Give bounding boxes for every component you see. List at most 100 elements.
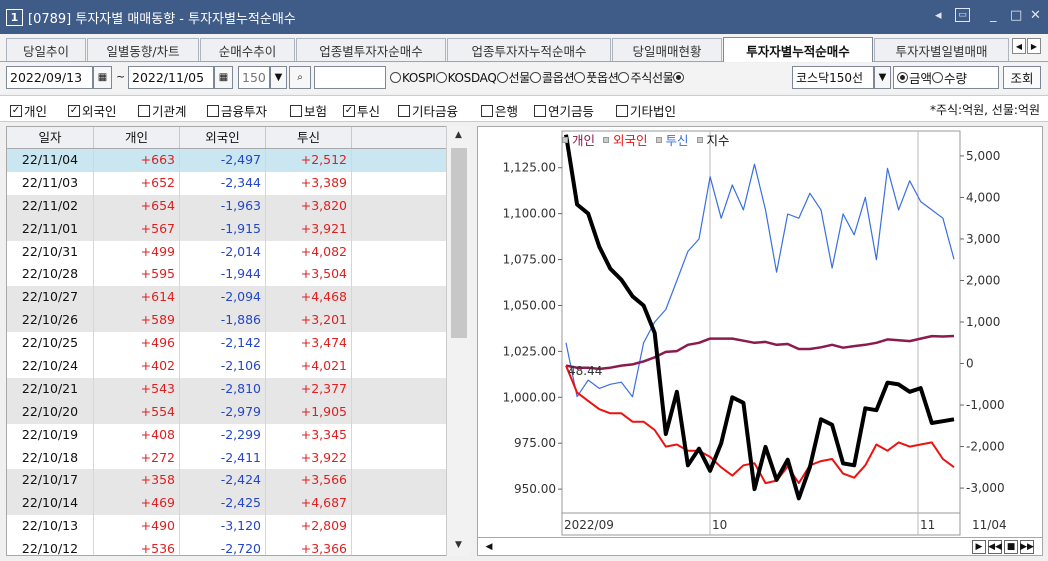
play-icon[interactable]: ▶ [972, 540, 986, 554]
table-row[interactable]: 22/10/13 +490 -3,120 +2,809 [7, 515, 469, 539]
rewind-icon[interactable]: ◀◀ [988, 540, 1002, 554]
restore-window-icon[interactable]: ▭ [955, 8, 970, 22]
check-other-financial[interactable]: 기타금융 [398, 101, 458, 120]
table-row[interactable]: 22/10/18 +272 -2,411 +3,922 [7, 446, 469, 470]
search-icon[interactable]: ⌕ [289, 66, 311, 89]
tab-investor-cumulative[interactable]: 투자자별누적순매수 [723, 37, 873, 62]
maximize-icon[interactable]: □ [1010, 8, 1022, 23]
chevron-down-icon[interactable]: ▼ [270, 66, 287, 89]
tab-next-icon[interactable]: ▶ [1027, 38, 1041, 54]
scroll-down-icon[interactable]: ▼ [455, 540, 462, 550]
cell-foreign: -1,886 [180, 309, 266, 333]
header-individual[interactable]: 개인 [94, 127, 180, 148]
type-radio-group: 금액 수량 [893, 66, 999, 89]
count-select[interactable]: 150 [238, 66, 270, 89]
table-row[interactable]: 22/10/14 +469 -2,425 +4,687 [7, 492, 469, 516]
table-scrollbar[interactable]: ▲ ▼ [446, 126, 470, 556]
cell-foreign: -2,720 [180, 538, 266, 555]
check-individual[interactable]: ✓ 개인 [10, 101, 47, 120]
table-row[interactable]: 22/11/04 +663 -2,497 +2,512 [7, 149, 469, 172]
table-row[interactable]: 22/10/24 +402 -2,106 +4,021 [7, 355, 469, 378]
tab-daily-trend[interactable]: 당일추이 [6, 38, 86, 61]
cell-foreign: -2,497 [180, 149, 266, 172]
right-tick-label: -2,000 [966, 440, 1005, 454]
right-tick-label: 3,000 [966, 232, 1000, 246]
fast-forward-icon[interactable]: ▶▶ [1020, 540, 1034, 554]
table-row[interactable]: 22/10/20 +554 -2,979 +1,905 [7, 400, 469, 424]
calendar-icon[interactable]: ▦ [93, 66, 112, 89]
table-row[interactable]: 22/10/17 +358 -2,424 +3,566 [7, 469, 469, 493]
cell-trust: +2,809 [266, 515, 352, 539]
radio-futures[interactable]: 선물 [496, 69, 530, 86]
window-number-badge: 1 [6, 8, 23, 26]
table-row[interactable]: 22/10/19 +408 -2,299 +3,345 [7, 423, 469, 447]
table-header: 일자 개인 외국인 투신 [7, 127, 469, 149]
left-tick-label: 1,000.00 [503, 390, 556, 404]
scroll-up-icon[interactable]: ▲ [455, 130, 462, 140]
chart-scrollbar[interactable]: ◀ ▶ ◀◀ ■ ▶▶ [477, 537, 1043, 556]
tab-prev-icon[interactable]: ◀ [1012, 38, 1026, 54]
cell-foreign: -2,810 [180, 377, 266, 401]
check-insurance[interactable]: 보험 [290, 101, 327, 120]
check-pension[interactable]: 연기금등 [534, 101, 594, 120]
tab-investor-daily[interactable]: 투자자별일별매매 [874, 38, 1009, 61]
calendar-icon[interactable]: ▦ [214, 66, 233, 89]
table-row[interactable]: 22/10/12 +536 -2,720 +3,366 [7, 538, 469, 555]
check-investment-trust[interactable]: ✓ 투신 [343, 101, 380, 120]
radio-amount[interactable]: 금액 [897, 68, 932, 87]
table-body: 22/11/04 +663 -2,497 +2,512 22/11/03 +652 -2,3… [7, 149, 469, 555]
legend-individual: 개인 [562, 130, 595, 149]
scroll-left-icon[interactable]: ◀ [482, 540, 496, 554]
radio-quantity[interactable]: 수량 [932, 68, 967, 87]
collapse-left-icon[interactable]: ◂ [935, 8, 942, 23]
header-foreign[interactable]: 외국인 [180, 127, 266, 148]
radio-kosdaq[interactable]: KOSDAQ [435, 71, 497, 85]
radio-stock-futures[interactable]: 주식선물 [618, 69, 674, 86]
chevron-down-icon[interactable]: ▼ [874, 66, 891, 89]
minimize-icon[interactable]: _ [990, 8, 997, 23]
table-row[interactable]: 22/11/03 +652 -2,344 +3,389 [7, 171, 469, 195]
check-financial-investment[interactable]: 금융투자 [207, 101, 267, 120]
table-row[interactable]: 22/10/31 +499 -2,014 +4,082 [7, 240, 469, 264]
check-bank[interactable]: 은행 [481, 101, 518, 120]
left-tick-label: 1,125.00 [503, 161, 556, 175]
check-institution[interactable]: 기관계 [138, 101, 187, 120]
table-row[interactable]: 22/10/21 +543 -2,810 +2,377 [7, 377, 469, 401]
tab-net-buy-trend[interactable]: 순매수추이 [200, 38, 295, 61]
scroll-thumb[interactable] [451, 148, 467, 338]
code-input[interactable] [314, 66, 386, 89]
query-button[interactable]: 조회 [1003, 66, 1041, 89]
market-select[interactable]: 코스닥150선 [792, 66, 874, 89]
radio-call-option[interactable]: 콜옵션 [530, 69, 575, 86]
header-date[interactable]: 일자 [7, 127, 94, 148]
table-row[interactable]: 22/10/25 +496 -2,142 +3,474 [7, 332, 469, 356]
left-tick-label: 1,050.00 [503, 298, 556, 312]
unit-note: *주식:억원, 선물:억원 [929, 103, 1040, 117]
table-row[interactable]: 22/10/26 +589 -1,886 +3,201 [7, 309, 469, 333]
table-row[interactable]: 22/10/28 +595 -1,944 +3,504 [7, 263, 469, 287]
tab-daily-chart[interactable]: 일별동향/차트 [87, 38, 199, 61]
tab-today-trading[interactable]: 당일매매현황 [612, 38, 722, 61]
tab-sector-investor-cumulative[interactable]: 업종투자자누적순매수 [447, 38, 611, 61]
radio-put-option[interactable]: 풋옵션 [574, 69, 619, 86]
cell-individual: +589 [94, 309, 180, 333]
cell-date: 22/10/31 [7, 240, 94, 264]
cell-trust: +1,905 [266, 400, 352, 424]
cell-date: 22/11/04 [7, 149, 94, 172]
end-date-input[interactable]: 2022/11/05 [128, 66, 214, 89]
table-row[interactable]: 22/10/27 +614 -2,094 +4,468 [7, 286, 469, 310]
radio-kosdaq150[interactable] [673, 72, 685, 83]
tab-sector-investor-net-buy[interactable]: 업종별투자자순매수 [296, 38, 446, 61]
close-icon[interactable]: ✕ [1030, 8, 1041, 23]
cell-individual: +554 [94, 400, 180, 424]
start-date-input[interactable]: 2022/09/13 [6, 66, 93, 89]
table-row[interactable]: 22/11/01 +567 -1,915 +3,921 [7, 217, 469, 241]
check-foreign[interactable]: ✓ 외국인 [68, 101, 117, 120]
table-row[interactable]: 22/11/02 +654 -1,963 +3,820 [7, 194, 469, 218]
stop-icon[interactable]: ■ [1004, 540, 1018, 554]
check-other-corp[interactable]: 기타법인 [616, 101, 676, 120]
cell-date: 22/10/19 [7, 423, 94, 447]
radio-kospi[interactable]: KOSPI [390, 71, 436, 85]
series-individual-line [565, 334, 955, 371]
header-trust[interactable]: 투신 [266, 127, 352, 148]
